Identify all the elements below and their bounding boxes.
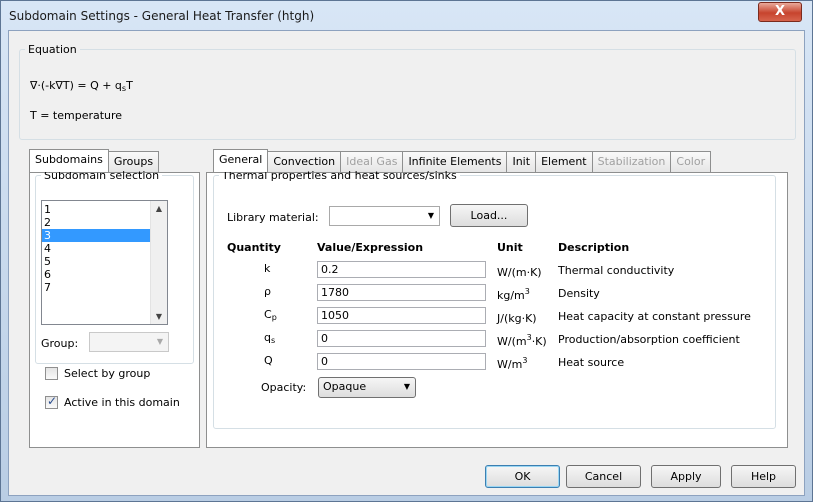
general-panel: Thermal properties and heat sources/sink… xyxy=(206,169,788,448)
quantity-symbol: qs xyxy=(264,331,276,345)
group-combobox[interactable]: ▼ xyxy=(89,332,169,352)
description-text: Heat source xyxy=(558,356,625,369)
heat-capacity-input[interactable]: 1050 xyxy=(317,307,486,324)
chevron-down-icon: ▼ xyxy=(427,211,434,220)
subdomains-panel: Subdomain selection 1 2 3 4 5 6 7 ▲ ▼ Gr… xyxy=(29,169,200,448)
description-text: Heat capacity at constant pressure xyxy=(558,310,751,323)
active-in-domain-checkbox[interactable]: ✓ xyxy=(45,394,58,409)
description-header: Description xyxy=(558,241,630,254)
unit-text: W/m3 xyxy=(497,356,528,371)
cancel-button[interactable]: Cancel xyxy=(566,465,641,488)
opacity-combobox[interactable]: Opaque ▼ xyxy=(318,377,416,398)
tab-subdomains[interactable]: Subdomains xyxy=(29,149,109,172)
description-text: Production/absorption coefficient xyxy=(558,333,740,346)
unit-text: kg/m3 xyxy=(497,287,530,302)
chevron-down-icon: ▼ xyxy=(156,337,163,346)
library-material-combobox[interactable]: ▼ xyxy=(329,206,440,226)
dialog-client-area: Equation ∇·(-k∇T) = Q + qsT T = temperat… xyxy=(8,30,805,496)
select-by-group-checkbox[interactable] xyxy=(45,367,58,380)
equation-variable-definition: T = temperature xyxy=(30,109,123,122)
list-item-selected[interactable]: 3 xyxy=(42,229,167,242)
quantity-symbol: k xyxy=(264,262,271,275)
thermal-conductivity-input[interactable]: 0.2 xyxy=(317,261,486,278)
scroll-down-arrow-icon[interactable]: ▼ xyxy=(151,312,167,321)
list-item[interactable]: 2 xyxy=(42,216,167,229)
list-item[interactable]: 6 xyxy=(42,268,167,281)
equation-legend: Equation xyxy=(28,43,77,56)
library-material-label: Library material: xyxy=(227,211,319,224)
active-in-domain-label: Active in this domain xyxy=(64,396,180,409)
list-item[interactable]: 4 xyxy=(42,242,167,255)
tab-general[interactable]: General xyxy=(213,149,269,172)
subdomain-listbox[interactable]: 1 2 3 4 5 6 7 ▲ ▼ xyxy=(41,200,168,325)
close-button[interactable]: X xyxy=(758,2,802,22)
heat-source-input[interactable]: 0 xyxy=(317,353,486,370)
quantity-symbol: Q xyxy=(264,354,273,367)
title-bar[interactable]: Subdomain Settings - General Heat Transf… xyxy=(1,1,812,30)
unit-header: Unit xyxy=(497,241,523,254)
list-item[interactable]: 5 xyxy=(42,255,167,268)
quantity-symbol: ρ xyxy=(264,285,271,298)
help-button[interactable]: Help xyxy=(731,465,796,488)
window-title: Subdomain Settings - General Heat Transf… xyxy=(9,9,315,23)
density-input[interactable]: 1780 xyxy=(317,284,486,301)
close-icon: X xyxy=(774,4,786,19)
quantity-header: Quantity xyxy=(227,241,281,254)
value-header: Value/Expression xyxy=(317,241,424,254)
description-text: Thermal conductivity xyxy=(558,264,675,277)
unit-text: J/(kg·K) xyxy=(497,312,537,325)
quantity-symbol: Cp xyxy=(264,308,277,322)
dialog-window: Subdomain Settings - General Heat Transf… xyxy=(0,0,813,502)
chevron-down-icon: ▼ xyxy=(403,382,410,391)
apply-button[interactable]: Apply xyxy=(651,465,721,488)
checkmark-icon: ✓ xyxy=(47,394,58,408)
list-item[interactable]: 7 xyxy=(42,281,167,294)
listbox-scrollbar[interactable]: ▲ ▼ xyxy=(150,201,167,324)
ok-button[interactable]: OK xyxy=(485,465,560,488)
scroll-up-arrow-icon[interactable]: ▲ xyxy=(151,204,167,213)
equation-group: Equation ∇·(-k∇T) = Q + qsT T = temperat… xyxy=(19,43,796,140)
load-button[interactable]: Load... xyxy=(450,204,528,227)
unit-text: W/(m3·K) xyxy=(497,333,547,348)
opacity-label: Opacity: xyxy=(261,381,307,394)
list-item[interactable]: 1 xyxy=(42,203,167,216)
group-label: Group: xyxy=(41,337,79,350)
select-by-group-label: Select by group xyxy=(64,367,151,380)
unit-text: W/(m·K) xyxy=(497,266,542,279)
equation-formula: ∇·(-k∇T) = Q + qsT xyxy=(30,79,133,93)
description-text: Density xyxy=(558,287,600,300)
production-coefficient-input[interactable]: 0 xyxy=(317,330,486,347)
